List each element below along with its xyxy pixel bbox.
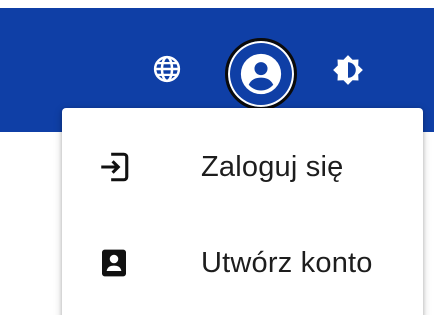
top-strip [0,0,434,8]
brightness-icon [333,55,363,85]
contact-card-icon [102,249,126,277]
theme-toggle-button[interactable] [330,52,366,88]
globe-icon [153,55,181,83]
login-icon-wrap [94,147,134,187]
menu-item-login[interactable]: Zaloguj się [62,130,423,204]
account-dropdown-menu: Zaloguj się Utwórz konto [62,108,423,315]
account-button[interactable] [225,38,297,110]
menu-item-login-label: Zaloguj się [201,150,344,183]
login-icon [101,152,129,182]
account-circle-icon [240,53,282,95]
menu-item-create-account[interactable]: Utwórz konto [62,226,423,300]
menu-item-create-account-label: Utwórz konto [201,246,373,279]
contact-card-icon-wrap [94,243,134,283]
language-button[interactable] [148,50,186,88]
page: Zaloguj się Utwórz konto [0,0,434,315]
